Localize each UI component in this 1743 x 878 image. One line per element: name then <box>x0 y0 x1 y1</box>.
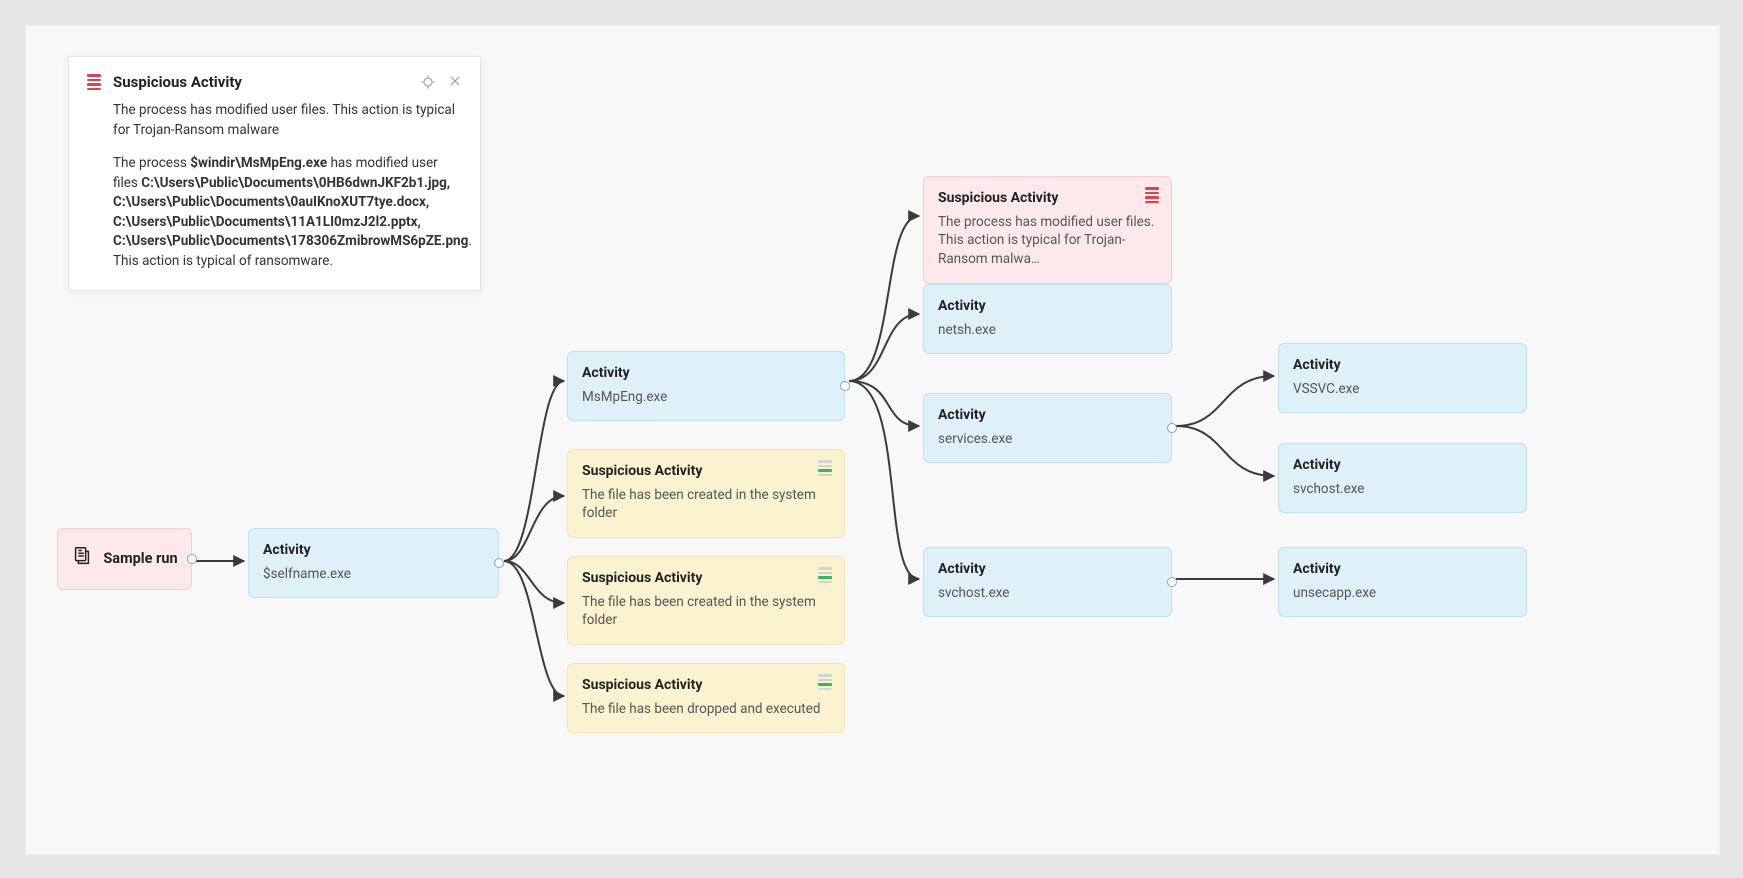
node-title: Activity <box>1293 456 1512 476</box>
node-suspicious-yellow-2[interactable]: Suspicious Activity The file has been cr… <box>567 556 845 645</box>
connector-dot <box>1167 423 1177 433</box>
node-title: Activity <box>1293 356 1512 376</box>
node-subtitle: svchost.exe <box>938 584 1157 603</box>
node-title: Activity <box>1293 560 1512 580</box>
node-suspicious-pink[interactable]: Suspicious Activity The process has modi… <box>923 176 1172 284</box>
node-subtitle: The process has modified user files. Thi… <box>938 213 1157 270</box>
node-suspicious-yellow-1[interactable]: Suspicious Activity The file has been cr… <box>567 449 845 538</box>
node-activity-unsecapp[interactable]: Activity unsecapp.exe <box>1278 547 1527 617</box>
node-subtitle: MsMpEng.exe <box>582 388 830 407</box>
node-title: Sample run <box>103 549 177 569</box>
node-subtitle: netsh.exe <box>938 321 1157 340</box>
node-title: Suspicious Activity <box>582 676 830 696</box>
node-subtitle: svchost.exe <box>1293 480 1512 499</box>
node-title: Activity <box>263 541 484 561</box>
node-title: Suspicious Activity <box>582 569 830 589</box>
connector-dot <box>840 381 850 391</box>
node-subtitle: The file has been dropped and executed <box>582 700 830 719</box>
node-subtitle: $selfname.exe <box>263 565 484 584</box>
node-activity-selfname[interactable]: Activity $selfname.exe <box>248 528 499 598</box>
node-activity-services[interactable]: Activity services.exe <box>923 393 1172 463</box>
diagram-canvas[interactable]: Sample run Activity $selfname.exe Activi… <box>25 25 1720 855</box>
severity-icon <box>818 674 832 690</box>
node-title: Activity <box>582 364 830 384</box>
node-sample-run[interactable]: Sample run <box>57 528 192 590</box>
connector-dot <box>494 558 504 568</box>
node-title: Activity <box>938 297 1157 317</box>
severity-icon <box>818 567 832 583</box>
severity-icon <box>818 460 832 476</box>
node-activity-netsh[interactable]: Activity netsh.exe <box>923 284 1172 354</box>
locate-icon[interactable] <box>420 74 436 90</box>
panel-summary: The process has modified user files. Thi… <box>113 101 462 140</box>
node-subtitle: The file has been created in the system … <box>582 593 830 631</box>
node-activity-svchost-2[interactable]: Activity svchost.exe <box>1278 443 1527 513</box>
severity-icon <box>1145 187 1159 203</box>
node-activity-msmpeng[interactable]: Activity MsMpEng.exe <box>567 351 845 421</box>
node-title: Suspicious Activity <box>938 189 1157 209</box>
node-subtitle: The file has been created in the system … <box>582 486 830 524</box>
panel-title: Suspicious Activity <box>113 73 420 91</box>
node-subtitle: unsecapp.exe <box>1293 584 1512 603</box>
node-suspicious-yellow-3[interactable]: Suspicious Activity The file has been dr… <box>567 663 845 733</box>
node-subtitle: services.exe <box>938 430 1157 449</box>
close-icon[interactable] <box>448 74 462 90</box>
file-stack-icon <box>71 545 93 573</box>
panel-detail: The process $windir\MsMpEng.exe has modi… <box>113 154 462 271</box>
node-activity-svchost[interactable]: Activity svchost.exe <box>923 547 1172 617</box>
connector-dot <box>187 554 197 564</box>
panel-body: The process has modified user files. Thi… <box>87 101 462 272</box>
detail-panel: Suspicious Activity The process has modi… <box>68 56 481 291</box>
node-title: Activity <box>938 406 1157 426</box>
node-title: Activity <box>938 560 1157 580</box>
node-subtitle: VSSVC.exe <box>1293 380 1512 399</box>
connector-dot <box>1167 577 1177 587</box>
severity-icon <box>87 74 101 90</box>
node-title: Suspicious Activity <box>582 462 830 482</box>
node-activity-vssvc[interactable]: Activity VSSVC.exe <box>1278 343 1527 413</box>
